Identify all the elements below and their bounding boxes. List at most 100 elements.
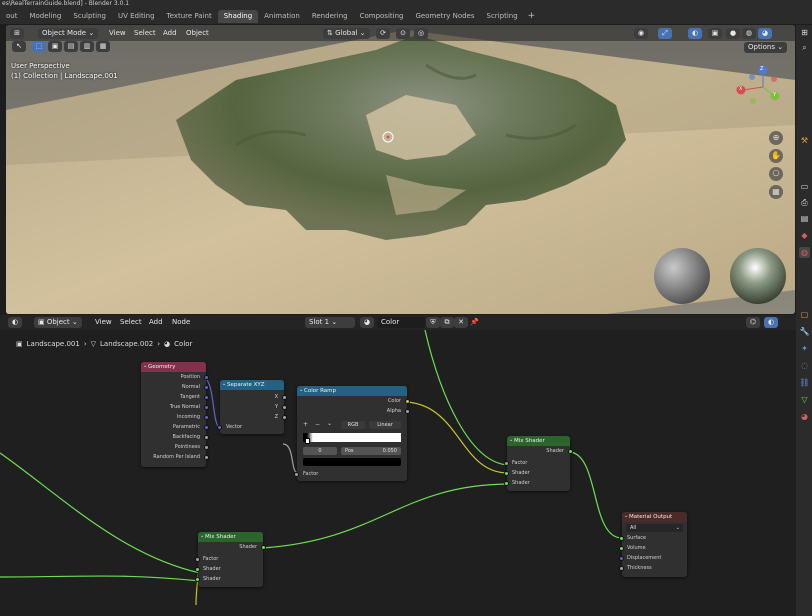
mix-shader-node-top[interactable]: Mix Shader Shader Factor Shader Shader <box>504 436 573 491</box>
socket-displacement[interactable] <box>619 556 624 561</box>
editor-type-icon[interactable]: ⊞ <box>799 27 810 38</box>
physics-icon[interactable]: ◌ <box>799 360 810 371</box>
menu-select[interactable]: Select <box>134 28 156 39</box>
menu-object[interactable]: Object <box>186 28 209 39</box>
render-properties-icon[interactable]: ▭ <box>799 181 810 192</box>
ramp-menu-button[interactable]: ⌄ <box>327 420 332 427</box>
socket-shader-out[interactable] <box>568 449 573 454</box>
options-dropdown[interactable]: Options ⌄ <box>744 42 788 53</box>
socket-thickness[interactable] <box>619 566 624 571</box>
proportional-edit-icon[interactable]: ◎ <box>414 28 428 39</box>
add-workspace-button[interactable]: + <box>524 11 540 21</box>
socket-normal[interactable] <box>204 385 209 390</box>
stop-position-field[interactable]: Pos 0.050 <box>341 447 401 455</box>
socket-factor[interactable] <box>294 472 299 477</box>
socket-factor-in[interactable] <box>504 461 509 466</box>
shader-node-editor[interactable]: ◐ ▣ Object ⌄ View Select Add Node Slot 1… <box>0 315 796 616</box>
gizmo-toggle-icon[interactable]: ⤢ <box>658 28 672 39</box>
zoom-icon[interactable]: ⊕ <box>769 131 783 145</box>
separate-xyz-title[interactable]: Separate XYZ <box>220 380 284 390</box>
socket-shader-in-1[interactable] <box>195 567 200 572</box>
shading-material-icon[interactable]: ◍ <box>742 28 756 39</box>
modifier-wrench-icon[interactable]: 🔧 <box>799 326 810 337</box>
socket-x[interactable] <box>282 395 287 400</box>
editor-type-icon[interactable]: ⊞ <box>10 28 24 39</box>
constraints-icon[interactable]: ⛓ <box>799 377 810 388</box>
socket-incoming[interactable] <box>204 415 209 420</box>
socket-backfacing[interactable] <box>204 435 209 440</box>
3d-viewport[interactable]: ⊞ Object Mode ⌄ View Select Add Object ⇅… <box>6 25 795 314</box>
scene-properties-icon[interactable]: ◆ <box>799 230 810 241</box>
geometry-node-title[interactable]: Geometry <box>141 362 206 372</box>
tab-rendering[interactable]: Rendering <box>306 10 354 23</box>
stop-index-field[interactable]: 0 <box>303 447 337 455</box>
xray-icon[interactable]: ▣ <box>708 28 722 39</box>
object-mode-dropdown[interactable]: Object Mode ⌄ <box>38 28 99 39</box>
socket-alpha[interactable] <box>405 409 410 414</box>
material-output-node[interactable]: Material Output All⌄ Surface Volume Disp… <box>619 512 687 577</box>
color-stop-handle[interactable] <box>305 438 310 444</box>
tab-compositing[interactable]: Compositing <box>354 10 410 23</box>
socket-shader-in-1[interactable] <box>504 471 509 476</box>
socket-vector[interactable] <box>217 425 222 430</box>
tool-properties-icon[interactable]: ⚒ <box>799 135 810 146</box>
separate-xyz-node[interactable]: Separate XYZ X Y Z Vector <box>217 380 287 434</box>
select-tool-icon[interactable]: ↖ <box>12 41 26 52</box>
socket-shader-in-2[interactable] <box>504 481 509 486</box>
pivot-icon[interactable]: ⟳ <box>376 28 390 39</box>
tab-texture-paint[interactable]: Texture Paint <box>161 10 218 23</box>
camera-view-icon[interactable]: ⎔ <box>769 167 783 181</box>
object-properties-icon[interactable]: ▢ <box>799 309 810 320</box>
gizmo-x-label[interactable]: X <box>739 86 742 92</box>
socket-surface[interactable] <box>619 536 624 541</box>
socket-parametric[interactable] <box>204 425 209 430</box>
socket-tangent[interactable] <box>204 395 209 400</box>
socket-random-per-island[interactable] <box>204 455 209 460</box>
interpolation-dropdown[interactable]: Linear <box>369 421 401 429</box>
select-extend-icon[interactable]: ▣ <box>48 41 62 52</box>
output-properties-icon[interactable]: ⎙ <box>799 197 810 208</box>
search-icon[interactable]: ⌕ <box>799 42 810 53</box>
geometry-node[interactable]: Geometry Position Normal Tangent True No… <box>141 362 209 467</box>
socket-shader-in-2[interactable] <box>195 577 200 582</box>
socket-z[interactable] <box>282 415 287 420</box>
orientation-dropdown[interactable]: ⇅ Global ⌄ <box>323 28 370 39</box>
material-properties-icon[interactable]: ◕ <box>799 411 810 422</box>
data-properties-icon[interactable]: ▽ <box>799 394 810 405</box>
socket-volume[interactable] <box>619 546 624 551</box>
socket-y[interactable] <box>282 405 287 410</box>
color-mode-dropdown[interactable]: RGB <box>341 421 365 429</box>
menu-add[interactable]: Add <box>163 28 177 39</box>
material-output-title[interactable]: Material Output <box>622 512 687 522</box>
socket-color[interactable] <box>405 399 410 404</box>
tab-animation[interactable]: Animation <box>258 10 306 23</box>
pan-hand-icon[interactable]: ✋ <box>769 149 783 163</box>
tab-shading[interactable]: Shading <box>217 9 259 23</box>
view-layer-icon[interactable]: ▤ <box>799 213 810 224</box>
socket-shader-out[interactable] <box>261 545 266 550</box>
tab-geometry-nodes[interactable]: Geometry Nodes <box>409 10 480 23</box>
color-ramp-title[interactable]: Color Ramp <box>297 386 407 396</box>
menu-view[interactable]: View <box>109 28 126 39</box>
shading-solid-icon[interactable]: ● <box>726 28 740 39</box>
mix-shader-bottom-title[interactable]: Mix Shader <box>198 532 263 542</box>
tab-scripting[interactable]: Scripting <box>481 10 524 23</box>
color-ramp-gradient[interactable] <box>303 433 401 442</box>
select-subtract-icon[interactable]: ▤ <box>64 41 78 52</box>
tab-sculpting[interactable]: Sculpting <box>67 10 112 23</box>
gizmo-y-label[interactable]: Y <box>773 92 776 98</box>
select-box-icon[interactable]: ⬚ <box>32 41 46 52</box>
select-invert-icon[interactable]: ▥ <box>80 41 94 52</box>
socket-position[interactable] <box>204 375 209 380</box>
world-properties-icon[interactable]: ◍ <box>799 247 810 258</box>
socket-factor-in[interactable] <box>195 557 200 562</box>
add-stop-button[interactable]: + <box>303 421 308 428</box>
mix-shader-top-title[interactable]: Mix Shader <box>507 436 570 446</box>
snap-icon[interactable]: ⊙ <box>396 28 410 39</box>
socket-true-normal[interactable] <box>204 405 209 410</box>
overlay-toggle-icon[interactable]: ◐ <box>688 28 702 39</box>
tab-uv-editing[interactable]: UV Editing <box>112 10 161 23</box>
output-target-dropdown[interactable]: All ⌄ <box>626 524 683 532</box>
socket-pointiness[interactable] <box>204 445 209 450</box>
perspective-grid-icon[interactable]: ▦ <box>769 185 783 199</box>
